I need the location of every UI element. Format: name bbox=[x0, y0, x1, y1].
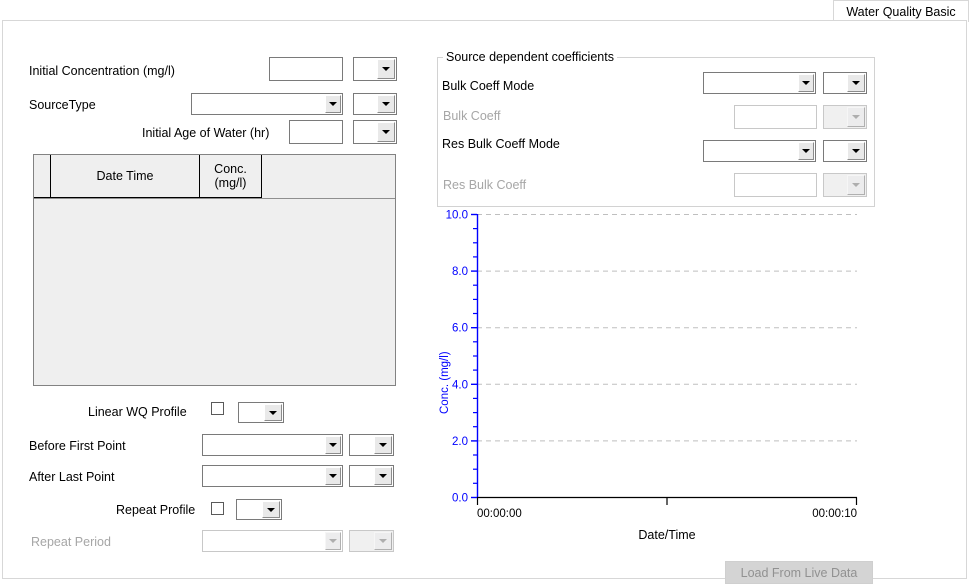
y-tick-label: 6.0 bbox=[452, 323, 468, 335]
repeat-profile-checkbox[interactable] bbox=[211, 502, 224, 515]
chart-y-axis-title: Conc. (mg/l) bbox=[439, 351, 451, 414]
bulk-coeff-mode-unit-combo[interactable] bbox=[823, 72, 867, 94]
table-header-row: Date Time Conc. (mg/l) bbox=[34, 155, 262, 198]
source-type-label: SourceType bbox=[29, 98, 96, 112]
chart-y-minor-ticks bbox=[473, 228, 477, 484]
linear-wq-profile-label: Linear WQ Profile bbox=[88, 405, 187, 419]
table-body-empty[interactable] bbox=[34, 198, 395, 385]
res-bulk-coeff-unit-combo bbox=[823, 173, 867, 197]
chevron-down-icon[interactable] bbox=[325, 436, 341, 454]
table-header-row-selector bbox=[34, 155, 51, 198]
initial-concentration-unit-combo[interactable] bbox=[353, 57, 397, 81]
chevron-down-icon[interactable] bbox=[798, 74, 814, 92]
initial-age-of-water-input[interactable] bbox=[289, 120, 343, 144]
chevron-down-icon[interactable] bbox=[374, 467, 392, 485]
res-bulk-coeff-label: Res Bulk Coeff bbox=[443, 178, 527, 192]
source-dependent-coefficients-title: Source dependent coefficients bbox=[443, 50, 617, 64]
bulk-coeff-label: Bulk Coeff bbox=[443, 109, 501, 123]
y-tick-label: 2.0 bbox=[452, 436, 468, 448]
table-header-date-time[interactable]: Date Time bbox=[51, 155, 200, 198]
repeat-period-combo bbox=[202, 530, 343, 552]
bulk-coeff-input bbox=[734, 105, 817, 129]
repeat-period-label: Repeat Period bbox=[31, 535, 111, 549]
chart-plot-area bbox=[477, 214, 867, 497]
initial-concentration-input[interactable] bbox=[269, 57, 343, 81]
bulk-coeff-mode-combo[interactable] bbox=[703, 72, 816, 94]
chevron-down-icon[interactable] bbox=[377, 59, 395, 79]
chevron-down-icon[interactable] bbox=[325, 95, 341, 113]
chevron-down-icon[interactable] bbox=[264, 404, 282, 421]
table-header-conc[interactable]: Conc. (mg/l) bbox=[200, 155, 262, 198]
after-last-point-combo[interactable] bbox=[202, 465, 343, 487]
chevron-down-icon[interactable] bbox=[377, 122, 395, 142]
water-quality-basic-panel: Initial Concentration (mg/l) SourceType … bbox=[2, 20, 967, 584]
chevron-down-icon[interactable] bbox=[377, 95, 395, 113]
source-type-combo[interactable] bbox=[191, 93, 343, 115]
x-tick-label-end: 00:00:10 bbox=[812, 508, 857, 520]
tab-water-quality-basic[interactable]: Water Quality Basic bbox=[833, 0, 969, 22]
water-quality-profile-table[interactable]: Date Time Conc. (mg/l) bbox=[33, 154, 396, 386]
chevron-down-icon[interactable] bbox=[847, 74, 865, 92]
chart-x-ticks bbox=[476, 497, 858, 505]
concentration-time-chart[interactable]: 10.0 8.0 6.0 4.0 2.0 0.0 Conc. (mg/l) 00… bbox=[435, 209, 875, 549]
initial-concentration-label: Initial Concentration (mg/l) bbox=[29, 64, 175, 78]
tab-strip: Water Quality Basic bbox=[0, 0, 969, 22]
y-tick-label: 8.0 bbox=[452, 266, 468, 278]
load-from-live-data-label: Load From Live Data bbox=[740, 565, 858, 580]
y-tick-label: 4.0 bbox=[452, 379, 468, 391]
repeat-period-unit-combo bbox=[349, 530, 394, 552]
chevron-down-icon[interactable] bbox=[798, 142, 814, 160]
chevron-down-icon bbox=[847, 175, 865, 195]
load-from-live-data-button: Load From Live Data bbox=[725, 561, 873, 584]
y-tick-label: 10.0 bbox=[446, 210, 468, 222]
bulk-coeff-unit-combo bbox=[823, 105, 867, 129]
before-first-point-label: Before First Point bbox=[29, 439, 126, 453]
chevron-down-icon bbox=[847, 107, 865, 127]
res-bulk-coeff-input bbox=[734, 173, 817, 197]
before-first-point-unit-combo[interactable] bbox=[349, 434, 394, 456]
before-first-point-combo[interactable] bbox=[202, 434, 343, 456]
repeat-profile-unit-combo[interactable] bbox=[236, 499, 282, 520]
chevron-down-icon bbox=[325, 532, 341, 550]
after-last-point-label: After Last Point bbox=[29, 470, 115, 484]
chart-x-axis-title: Date/Time bbox=[638, 528, 695, 542]
chevron-down-icon[interactable] bbox=[847, 142, 865, 160]
linear-wq-profile-unit-combo[interactable] bbox=[238, 402, 284, 423]
res-bulk-coeff-mode-combo[interactable] bbox=[703, 140, 816, 162]
chevron-down-icon[interactable] bbox=[262, 501, 280, 518]
table-header-conc-line1: Conc. bbox=[214, 162, 247, 176]
chevron-down-icon bbox=[374, 532, 392, 550]
source-type-unit-combo[interactable] bbox=[353, 93, 397, 115]
chevron-down-icon[interactable] bbox=[325, 467, 341, 485]
linear-wq-profile-checkbox[interactable] bbox=[211, 402, 224, 415]
repeat-profile-label: Repeat Profile bbox=[116, 503, 196, 517]
res-bulk-coeff-mode-unit-combo[interactable] bbox=[823, 140, 867, 162]
y-tick-label: 0.0 bbox=[452, 493, 468, 505]
chevron-down-icon[interactable] bbox=[374, 436, 392, 454]
table-header-conc-line2: (mg/l) bbox=[214, 176, 247, 190]
x-tick-label-start: 00:00:00 bbox=[477, 508, 522, 520]
initial-age-of-water-unit-combo[interactable] bbox=[353, 120, 397, 144]
initial-age-of-water-label: Initial Age of Water (hr) bbox=[142, 126, 270, 140]
res-bulk-coeff-mode-label: Res Bulk Coeff Mode bbox=[442, 137, 560, 151]
bulk-coeff-mode-label: Bulk Coeff Mode bbox=[442, 79, 535, 93]
after-last-point-unit-combo[interactable] bbox=[349, 465, 394, 487]
tab-label: Water Quality Basic bbox=[846, 4, 956, 19]
